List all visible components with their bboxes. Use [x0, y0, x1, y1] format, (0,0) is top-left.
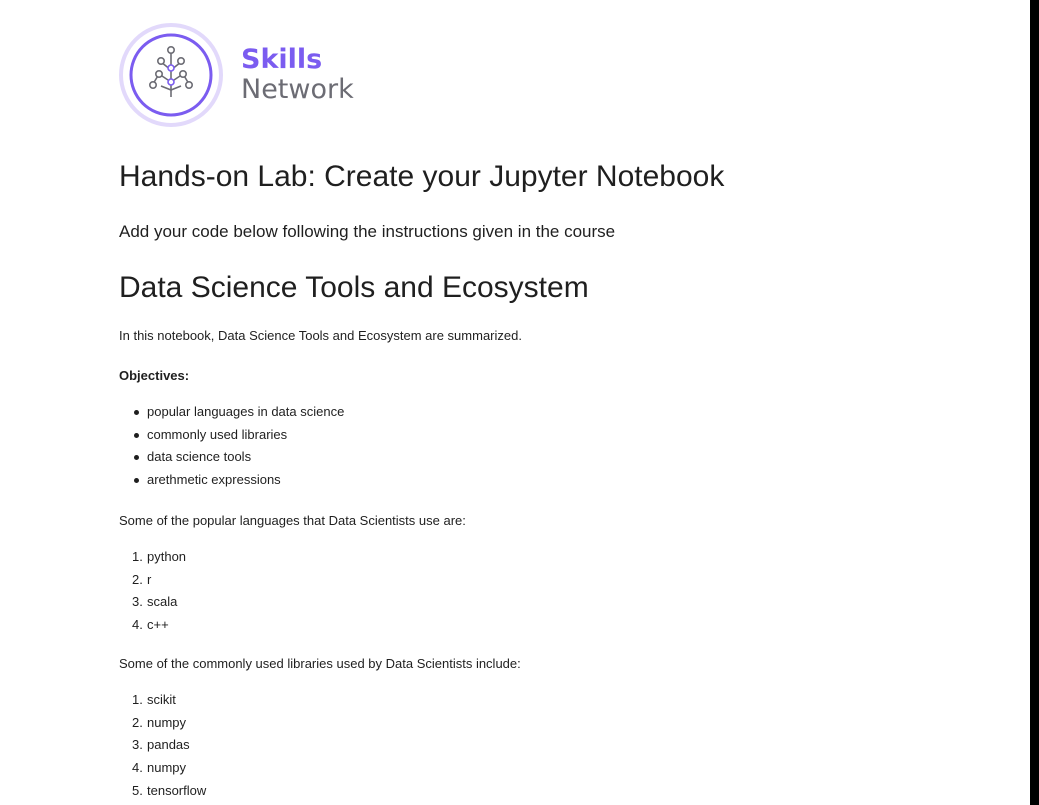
skills-network-logo: Skills Network — [119, 22, 354, 128]
list-number: 1. — [132, 692, 143, 707]
objectives-heading: Objectives: — [119, 368, 190, 383]
list-number: 2. — [132, 714, 143, 730]
list-item: 1. scikit — [119, 689, 206, 712]
list-item: 3. pandas — [119, 734, 206, 757]
list-number: 4. — [132, 617, 143, 633]
list-item: 4. numpy — [119, 757, 206, 780]
list-item: data science tools — [119, 446, 344, 469]
section-title: Data Science Tools and Ecosystem — [119, 271, 589, 304]
skills-network-tree-icon — [119, 23, 223, 127]
languages-intro: Some of the popular languages that Data … — [119, 513, 466, 528]
list-item: arethmetic expressions — [119, 469, 344, 492]
list-item: 2. numpy — [119, 712, 206, 735]
list-item: 5. tensorflow — [119, 780, 206, 803]
list-item-text: pandas — [147, 737, 190, 753]
list-item: 4. c++ — [119, 614, 186, 637]
list-item-text: python — [147, 549, 187, 564]
list-number: 3. — [132, 594, 143, 610]
list-item-text: r — [147, 571, 152, 587]
list-item-text: c++ — [147, 617, 169, 633]
window-edge — [1030, 0, 1039, 805]
logo-network-text: Network — [241, 74, 354, 105]
languages-list: 1. python 2. r 3. scala 4. c++ — [119, 546, 186, 637]
page-title: Hands-on Lab: Create your Jupyter Notebo… — [119, 160, 725, 193]
list-item-text: scala — [147, 594, 178, 610]
list-number: 4. — [132, 760, 143, 776]
list-item: commonly used libraries — [119, 424, 344, 447]
objectives-list: popular languages in data science common… — [119, 401, 344, 492]
instructions-text: Add your code below following the instru… — [119, 222, 616, 241]
list-item: 3. scala — [119, 591, 186, 614]
list-number: 2. — [132, 571, 143, 587]
list-item-text: tensorflow — [147, 782, 207, 798]
list-number: 5. — [132, 782, 143, 798]
list-number: 1. — [132, 549, 143, 564]
list-item: 2. r — [119, 569, 186, 592]
list-item: popular languages in data science — [119, 401, 344, 424]
logo-skills-text: Skills — [241, 44, 323, 75]
list-item-text: numpy — [147, 714, 187, 730]
list-item-text: scikit — [147, 692, 176, 707]
logo-wordmark: Skills Network — [241, 45, 354, 105]
summary-text: In this notebook, Data Science Tools and… — [119, 328, 522, 343]
libraries-list: 1. scikit 2. numpy 3. pandas 4. numpy 5. tens… — [119, 689, 206, 802]
libraries-intro: Some of the commonly used libraries used… — [119, 656, 521, 671]
list-item-text: numpy — [147, 760, 187, 776]
list-item: 1. python — [119, 546, 186, 569]
list-number: 3. — [132, 737, 143, 753]
